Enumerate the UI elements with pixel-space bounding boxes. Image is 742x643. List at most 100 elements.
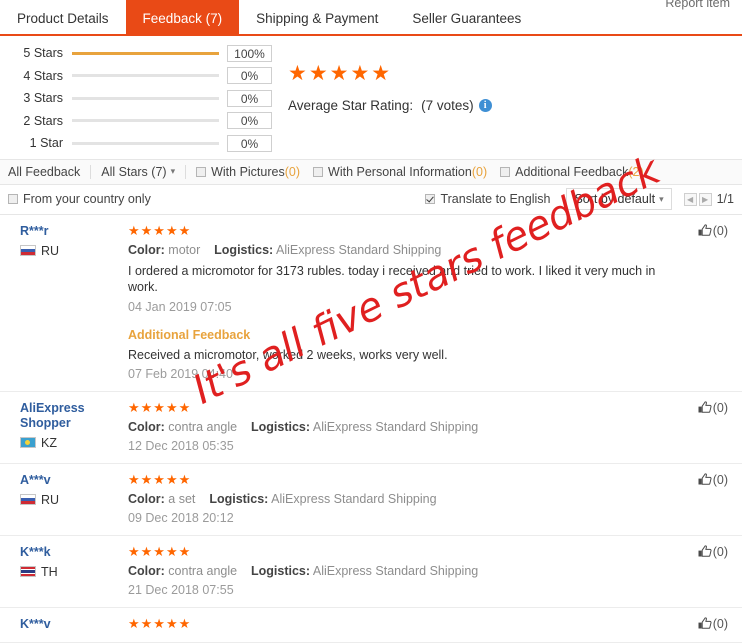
average-rating-block: ★★★★★ Average Star Rating: (7 votes) i xyxy=(272,42,492,155)
feedback-date: 09 Dec 2018 20:12 xyxy=(128,510,234,525)
rating-bar-row: 1 Star 0% xyxy=(6,132,272,155)
feedback-stars-icon: ★★★★★ xyxy=(128,543,192,559)
reviewer-country: TH xyxy=(20,565,118,579)
feedback-options-bar: From your country only Translate to Engl… xyxy=(0,185,742,215)
filter-additional-feedback-count: (2) xyxy=(628,164,644,179)
helpful-vote-button[interactable]: (0) xyxy=(676,401,734,453)
reviewer-country: RU xyxy=(20,493,118,507)
reviewer-name[interactable]: AliExpress Shopper xyxy=(20,401,118,431)
helpful-vote-count: (0) xyxy=(712,400,728,415)
prev-page-button[interactable]: ◀ xyxy=(683,192,697,206)
rating-bar-track xyxy=(72,96,219,100)
tab-seller-guarantees[interactable]: Seller Guarantees xyxy=(395,0,538,36)
flag-icon-ru xyxy=(20,494,36,505)
reviewer-country: RU xyxy=(20,244,118,258)
helpful-vote-button[interactable]: (0) xyxy=(676,224,734,381)
reviewer-info: K***v xyxy=(8,617,118,632)
pagination: ◀ ▶ 1/1 xyxy=(683,192,734,206)
checkbox-from-your-country[interactable] xyxy=(8,194,18,204)
filter-all-feedback[interactable]: All Feedback xyxy=(8,165,80,179)
reviewer-name[interactable]: A***v xyxy=(20,473,118,488)
helpful-vote-count: (0) xyxy=(712,544,728,559)
filter-translate-to-english[interactable]: Translate to English xyxy=(425,192,550,206)
report-item-link[interactable]: Report item xyxy=(665,0,730,10)
feedback-attributes: Color: a set Logistics: AliExpress Stand… xyxy=(128,492,676,506)
feedback-body: ★★★★★ Color: motor Logistics: AliExpress… xyxy=(118,222,676,381)
rating-bar-percent: 0% xyxy=(227,89,272,107)
color-value: contra angle xyxy=(168,563,238,578)
feedback-attributes: Color: contra angle Logistics: AliExpres… xyxy=(128,420,676,434)
helpful-vote-button[interactable]: (0) xyxy=(676,617,734,632)
filter-all-stars-dropdown[interactable]: All Stars (7) ▾ xyxy=(101,165,175,179)
reviewer-name[interactable]: K***v xyxy=(20,617,118,632)
filter-with-personal-information[interactable]: With Personal Information (0) xyxy=(313,165,487,179)
flag-icon-ru xyxy=(20,245,36,256)
checkbox-with-pictures[interactable] xyxy=(196,166,207,177)
thumbs-up-icon xyxy=(698,544,712,558)
filter-additional-feedback-label: Additional Feedback xyxy=(515,164,629,179)
helpful-vote-button[interactable]: (0) xyxy=(676,473,734,525)
additional-feedback-date: 07 Feb 2019 04:40 xyxy=(128,366,233,381)
reviewer-name[interactable]: K***k xyxy=(20,545,118,560)
color-value: a set xyxy=(168,491,196,506)
flag-icon-th xyxy=(20,566,36,577)
chevron-down-icon: ▾ xyxy=(659,193,664,204)
rating-bar-row: 2 Stars 0% xyxy=(6,110,272,133)
filter-with-pictures-count: (0) xyxy=(284,164,301,179)
divider xyxy=(90,164,92,179)
feedback-body: ★★★★★ Color: contra angle Logistics: Ali… xyxy=(118,543,676,597)
color-label: Color: xyxy=(128,242,165,257)
rating-bar-percent: 0% xyxy=(227,67,272,85)
logistics-value: AliExpress Standard Shipping xyxy=(271,491,437,506)
checkbox-additional-feedback[interactable] xyxy=(500,166,511,177)
logistics-value: AliExpress Standard Shipping xyxy=(276,242,442,257)
reviewer-info: A***v RU xyxy=(8,473,118,525)
filter-all-feedback-label: All Feedback xyxy=(8,164,81,179)
filter-translate-to-english-label: Translate to English xyxy=(440,192,551,206)
helpful-vote-count: (0) xyxy=(712,223,728,238)
rating-distribution: 5 Stars 100% 4 Stars 0% 3 Stars 0% 2 Sta… xyxy=(0,42,272,155)
tab-list: Product Details Feedback (7) Shipping & … xyxy=(0,0,742,36)
reviewer-info: AliExpress Shopper KZ xyxy=(8,401,118,453)
color-value: contra angle xyxy=(168,419,238,434)
helpful-vote-button[interactable]: (0) xyxy=(676,545,734,597)
feedback-stars-icon: ★★★★★ xyxy=(128,222,192,238)
reviewer-country-code: RU xyxy=(41,492,60,507)
tab-shipping-payment[interactable]: Shipping & Payment xyxy=(239,0,395,36)
rating-bar-label: 3 Stars xyxy=(23,91,63,106)
feedback-date: 12 Dec 2018 05:35 xyxy=(128,438,234,453)
thumbs-up-icon xyxy=(698,223,712,237)
sort-dropdown[interactable]: Sort by default ▾ xyxy=(566,188,672,210)
rating-bar-track xyxy=(72,51,219,55)
rating-bar-fill xyxy=(72,51,219,55)
feedback-attributes: Color: contra angle Logistics: AliExpres… xyxy=(128,564,676,578)
tab-feedback[interactable]: Feedback (7) xyxy=(125,0,240,36)
average-stars-icon: ★★★★★ xyxy=(288,62,393,85)
filter-with-pictures[interactable]: With Pictures (0) xyxy=(196,165,300,179)
checkbox-with-personal-information[interactable] xyxy=(313,166,324,177)
info-icon[interactable]: i xyxy=(478,99,492,112)
next-page-button[interactable]: ▶ xyxy=(698,192,712,206)
rating-bar-track xyxy=(72,141,219,145)
logistics-value: AliExpress Standard Shipping xyxy=(312,419,479,434)
additional-feedback-text: Received a micromotor, worked 2 weeks, w… xyxy=(128,347,448,362)
rating-bar-row: 3 Stars 0% xyxy=(6,87,272,110)
thumbs-up-icon xyxy=(698,616,712,630)
reviewer-country-code: RU xyxy=(41,243,60,258)
average-rating-label: Average Star Rating: xyxy=(288,98,414,113)
reviewer-name[interactable]: R***r xyxy=(20,224,118,239)
color-label: Color: xyxy=(128,563,165,578)
rating-bar-label: 1 Star xyxy=(29,136,63,151)
rating-bar-label: 2 Stars xyxy=(23,113,63,128)
filter-all-stars-label: All Stars (7) xyxy=(101,164,167,179)
tab-product-details[interactable]: Product Details xyxy=(0,0,126,36)
filter-from-your-country[interactable]: From your country only xyxy=(8,192,151,206)
logistics-label: Logistics: xyxy=(214,242,274,257)
checkbox-translate-to-english[interactable] xyxy=(425,194,436,204)
feedback-filter-bar: All Feedback All Stars (7) ▾ With Pictur… xyxy=(0,158,742,185)
filter-with-pictures-label: With Pictures xyxy=(211,164,285,179)
filter-additional-feedback[interactable]: Additional Feedback (2) xyxy=(500,165,644,179)
feedback-body: ★★★★★ Color: contra angle Logistics: Ali… xyxy=(118,400,676,453)
flag-icon-kz xyxy=(20,437,36,448)
reviewer-info: R***r RU xyxy=(8,224,118,381)
